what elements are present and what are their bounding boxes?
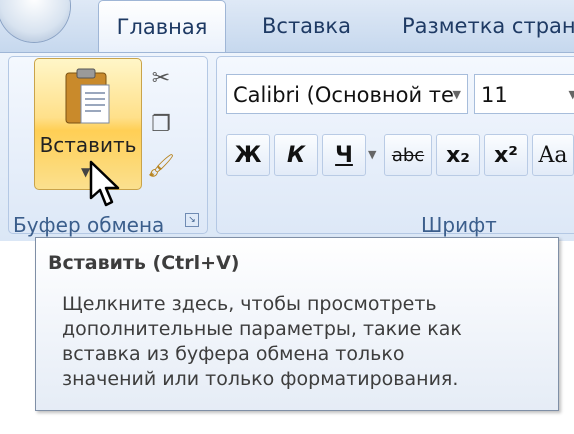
change-case-button[interactable]: Aa xyxy=(532,134,574,176)
tooltip-line: дополнительные параметры, такие как xyxy=(62,318,462,340)
paste-tooltip: Вставить (Ctrl+V) Щелкните здесь, чтобы … xyxy=(35,237,559,411)
font-size-value: 11 xyxy=(481,83,508,107)
tooltip-line: вставка из буфера обмена только xyxy=(62,343,405,365)
chevron-down-icon: ▼ xyxy=(452,88,461,101)
superscript-button[interactable]: x² xyxy=(484,134,528,176)
strikethrough-button[interactable]: abc xyxy=(384,134,432,176)
font-group-label: Шрифт xyxy=(421,213,497,237)
tooltip-title: Вставить (Ctrl+V) xyxy=(48,252,240,274)
chevron-down-icon[interactable]: ▼ xyxy=(368,148,376,161)
tooltip-line: Щелкните здесь, чтобы просмотреть xyxy=(62,293,437,315)
clipboard-icon xyxy=(65,68,110,124)
paste-button-label: Вставить xyxy=(39,133,137,157)
format-toolbar: Ж К Ч ▼ abc x₂ x² Aa xyxy=(226,134,574,176)
tab-insert[interactable]: Вставка xyxy=(262,0,351,52)
chevron-down-icon: ▼ xyxy=(569,75,574,113)
tooltip-line: значений или только форматирования. xyxy=(62,368,459,390)
format-painter-icon[interactable]: 🖌 xyxy=(144,152,178,182)
copy-icon[interactable]: ❐ xyxy=(144,110,178,140)
underline-button[interactable]: Ч xyxy=(322,134,366,176)
font-name-dropdown[interactable]: Calibri (Основной те ▼ xyxy=(226,74,468,114)
clipboard-group-label: Буфер обмена xyxy=(13,213,165,237)
bold-button[interactable]: Ж xyxy=(226,134,270,176)
tab-page-layout[interactable]: Разметка страни xyxy=(402,0,574,52)
tab-home[interactable]: Главная xyxy=(98,0,226,53)
font-name-value: Calibri (Основной те xyxy=(233,83,454,107)
mouse-cursor-icon xyxy=(89,160,120,207)
scissors-icon[interactable]: ✂ xyxy=(144,64,178,94)
dialog-launcher-icon[interactable]: ↘ xyxy=(185,213,199,227)
subscript-button[interactable]: x₂ xyxy=(436,134,480,176)
italic-button[interactable]: К xyxy=(274,134,318,176)
tooltip-body: Щелкните здесь, чтобы просмотреть дополн… xyxy=(62,292,542,392)
font-size-dropdown[interactable]: 11 ▼ xyxy=(474,74,574,114)
